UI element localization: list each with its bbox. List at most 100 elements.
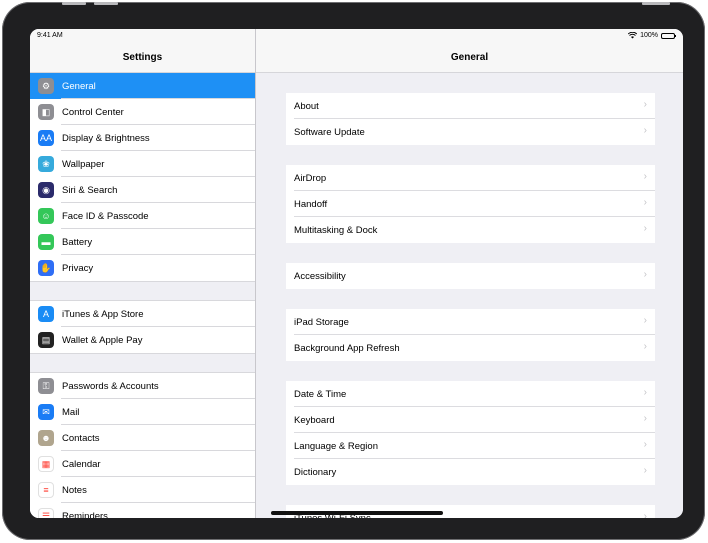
screen: Settings ⚙ General ◧ Control Center AA Displa… <box>30 29 683 518</box>
contacts-icon: ☻ <box>38 430 54 446</box>
toggles-icon: ◧ <box>38 104 54 120</box>
sidebar-item-label: Notes <box>62 484 87 496</box>
sidebar-item-face-id-passcode[interactable]: ☺ Face ID & Passcode <box>30 203 255 229</box>
general-detail-pane: General About › Software Update › AirDrop › Ha… <box>256 29 683 518</box>
sidebar-item-label: General <box>62 80 96 92</box>
row-multitasking-dock[interactable]: Multitasking & Dock › <box>286 217 655 243</box>
sidebar-item-label: Reminders <box>62 510 108 519</box>
settings-group: Date & Time › Keyboard › Language & Region › D… <box>286 381 655 485</box>
settings-group: About › Software Update › <box>286 93 655 145</box>
status-right: 100% <box>628 32 676 39</box>
row-label: Background App Refresh <box>294 342 400 354</box>
ipad-frame: Settings ⚙ General ◧ Control Center AA Displa… <box>2 2 705 540</box>
row-background-app-refresh[interactable]: Background App Refresh › <box>286 335 655 361</box>
settings-group: Accessibility › <box>286 263 655 289</box>
volume-button <box>94 2 118 5</box>
sidebar-item-general[interactable]: ⚙ General <box>30 73 255 99</box>
row-label: Keyboard <box>294 414 335 426</box>
row-label: AirDrop <box>294 172 327 184</box>
row-label: Dictionary <box>294 466 337 478</box>
home-indicator[interactable] <box>271 511 443 515</box>
sidebar-item-display-brightness[interactable]: AA Display & Brightness <box>30 125 255 151</box>
row-label: Software Update <box>294 126 365 138</box>
row-ipad-storage[interactable]: iPad Storage › <box>286 309 655 335</box>
sidebar-group: ⚿ Passwords & Accounts ✉ Mail ☻ Contacts ▦ Cale… <box>30 373 255 518</box>
sidebar-item-mail[interactable]: ✉ Mail <box>30 399 255 425</box>
battery-percent: 100% <box>640 32 658 39</box>
sidebar-item-siri-search[interactable]: ◉ Siri & Search <box>30 177 255 203</box>
text-size-icon: AA <box>38 130 54 146</box>
reminders-icon: ☰ <box>38 508 54 518</box>
chevron-right-icon: › <box>643 439 647 450</box>
wallet-icon: ▤ <box>38 332 54 348</box>
sidebar-item-battery[interactable]: ▬ Battery <box>30 229 255 255</box>
sidebar-item-label: Wallet & Apple Pay <box>62 334 143 346</box>
settings-group: AirDrop › Handoff › Multitasking & Dock › <box>286 165 655 243</box>
sidebar-item-label: Passwords & Accounts <box>62 380 159 392</box>
sidebar-item-label: Contacts <box>62 432 100 444</box>
chevron-right-icon: › <box>643 511 647 518</box>
sidebar-item-label: iTunes & App Store <box>62 308 144 320</box>
row-accessibility[interactable]: Accessibility › <box>286 263 655 289</box>
notes-icon: ≡ <box>38 482 54 498</box>
chevron-right-icon: › <box>643 341 647 352</box>
siri-icon: ◉ <box>38 182 54 198</box>
sidebar-group: AiTunes & App Store ▤ Wallet & Apple Pay <box>30 301 255 353</box>
sidebar-item-label: Wallpaper <box>62 158 105 170</box>
calendar-icon: ▦ <box>38 456 54 472</box>
sidebar-item-wallpaper[interactable]: ❀ Wallpaper <box>30 151 255 177</box>
row-label: Multitasking & Dock <box>294 224 378 236</box>
detail-title: General <box>450 52 489 63</box>
sidebar-item-label: Display & Brightness <box>62 132 150 144</box>
row-software-update[interactable]: Software Update › <box>286 119 655 145</box>
chevron-right-icon: › <box>643 465 647 476</box>
status-time: 9:41 AM <box>37 32 63 39</box>
row-label: Handoff <box>294 198 328 210</box>
sidebar-item-itunes-app-store[interactable]: AiTunes & App Store <box>30 301 255 327</box>
mail-icon: ✉ <box>38 404 54 420</box>
app-store-icon: A <box>38 306 54 322</box>
sidebar-item-label: Calendar <box>62 458 101 470</box>
sidebar-item-label: Siri & Search <box>62 184 118 196</box>
chevron-right-icon: › <box>643 315 647 326</box>
sidebar-group-gap <box>30 281 255 301</box>
row-keyboard[interactable]: Keyboard › <box>286 407 655 433</box>
row-label: iPad Storage <box>294 316 349 328</box>
sidebar-group-gap <box>30 353 255 373</box>
sidebar-item-passwords-accounts[interactable]: ⚿ Passwords & Accounts <box>30 373 255 399</box>
sidebar-item-contacts[interactable]: ☻ Contacts <box>30 425 255 451</box>
row-label: Accessibility <box>294 270 346 282</box>
settings-sidebar: Settings ⚙ General ◧ Control Center AA Displa… <box>30 29 256 518</box>
sidebar-item-wallet-apple-pay[interactable]: ▤ Wallet & Apple Pay <box>30 327 255 353</box>
sidebar-item-label: Privacy <box>62 262 94 274</box>
row-about[interactable]: About › <box>286 93 655 119</box>
key-icon: ⚿ <box>38 378 54 394</box>
chevron-right-icon: › <box>643 125 647 136</box>
sidebar-item-calendar[interactable]: ▦ Calendar <box>30 451 255 477</box>
row-date-time[interactable]: Date & Time › <box>286 381 655 407</box>
row-language-region[interactable]: Language & Region › <box>286 433 655 459</box>
sidebar-item-label: Control Center <box>62 106 124 118</box>
sidebar-list: ⚙ General ◧ Control Center AA Display & Brigh… <box>30 73 255 518</box>
row-label: Language & Region <box>294 440 378 452</box>
face-id-icon: ☺ <box>38 208 54 224</box>
sidebar-item-control-center[interactable]: ◧ Control Center <box>30 99 255 125</box>
status-bar: 9:41 AM 100% <box>30 29 683 43</box>
battery-icon <box>661 32 676 39</box>
sidebar-title: Settings <box>122 52 163 63</box>
row-airdrop[interactable]: AirDrop › <box>286 165 655 191</box>
sidebar-item-label: Mail <box>62 406 80 418</box>
sidebar-item-reminders[interactable]: ☰ Reminders <box>30 503 255 518</box>
hand-icon: ✋ <box>38 260 54 276</box>
sidebar-item-notes[interactable]: ≡ Notes <box>30 477 255 503</box>
chevron-right-icon: › <box>643 269 647 280</box>
row-handoff[interactable]: Handoff › <box>286 191 655 217</box>
settings-group: iPad Storage › Background App Refresh › <box>286 309 655 361</box>
chevron-right-icon: › <box>643 387 647 398</box>
chevron-right-icon: › <box>643 413 647 424</box>
row-dictionary[interactable]: Dictionary › <box>286 459 655 485</box>
chevron-right-icon: › <box>643 223 647 234</box>
wifi-icon <box>628 32 638 39</box>
sidebar-item-privacy[interactable]: ✋ Privacy <box>30 255 255 281</box>
chevron-right-icon: › <box>643 171 647 182</box>
